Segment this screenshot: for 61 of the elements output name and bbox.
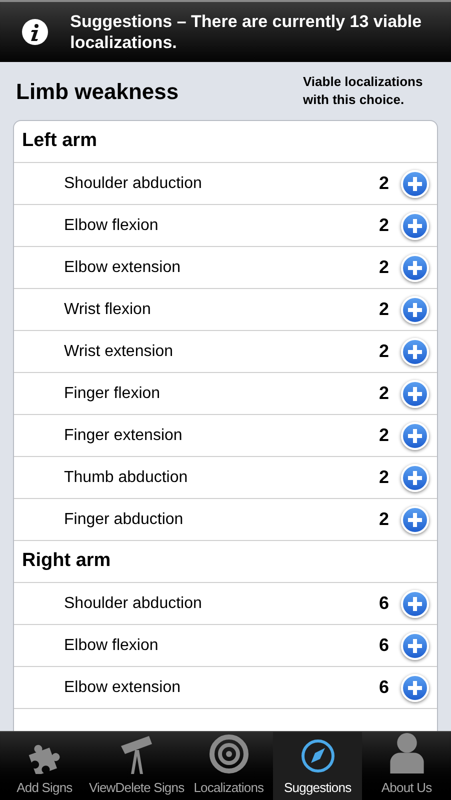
count-text: 6	[378, 634, 389, 657]
tab[interactable]: Add Signs	[0, 732, 89, 800]
movement-label: Elbow flexion	[64, 216, 160, 236]
add-button[interactable]	[401, 254, 429, 282]
plus-icon	[407, 596, 423, 612]
count-text: 2	[378, 340, 389, 363]
movement-label: Elbow extension	[64, 258, 182, 278]
count-text: 6	[378, 592, 389, 615]
add-button[interactable]	[401, 632, 429, 660]
count-text: 2	[378, 256, 389, 279]
plus-icon	[407, 260, 423, 276]
plus-icon	[407, 386, 423, 402]
count-text: 2	[378, 214, 389, 237]
plus-icon	[407, 512, 423, 528]
movement-label: Elbow flexion	[64, 636, 160, 656]
tab[interactable]: About Us	[362, 732, 451, 800]
plus-icon	[407, 638, 423, 654]
plus-icon	[407, 680, 423, 696]
plus-icon	[407, 218, 423, 234]
page-title: Limb weakness	[15, 78, 179, 106]
movement-label: Finger extension	[64, 426, 184, 446]
movement-label: Finger abduction	[64, 510, 184, 530]
count-text: 2	[378, 382, 389, 405]
hint-text: Viable localizations with this choice.	[303, 73, 424, 109]
tab[interactable]: Suggestions	[273, 732, 362, 800]
movement-label: Shoulder abduction	[64, 594, 203, 614]
add-button[interactable]	[401, 674, 429, 702]
add-button[interactable]	[401, 380, 429, 408]
movement-label: Wrist flexion	[64, 300, 152, 320]
add-button[interactable]	[401, 506, 429, 534]
plus-icon	[407, 344, 423, 360]
movement-label: Wrist extension	[64, 342, 174, 362]
banner-text: Suggestions – There are currently 13 viable localizations.	[70, 11, 423, 53]
add-button[interactable]	[401, 170, 429, 198]
count-text: 2	[378, 424, 389, 447]
add-button[interactable]	[401, 338, 429, 366]
section-header: Right arm	[14, 541, 437, 583]
movement-label: Finger flexion	[64, 384, 162, 404]
plus-icon	[407, 302, 423, 318]
add-button[interactable]	[401, 422, 429, 450]
compass-icon	[300, 738, 336, 774]
count-text: 6	[378, 676, 389, 699]
info-icon	[22, 19, 48, 45]
tab[interactable]: ViewDelete Signs	[88, 732, 184, 800]
movement-label: Elbow extension	[64, 678, 182, 698]
count-text: 2	[378, 466, 389, 489]
plus-icon	[407, 428, 423, 444]
tab[interactable]: Localizations	[184, 732, 274, 800]
movement-label: Shoulder abduction	[64, 174, 203, 194]
add-button[interactable]	[401, 590, 429, 618]
movement-label: Thumb abduction	[64, 468, 189, 488]
count-text: 2	[378, 172, 389, 195]
add-button[interactable]	[401, 212, 429, 240]
count-text: 2	[378, 508, 389, 531]
count-text: 2	[378, 298, 389, 321]
target-icon	[208, 734, 249, 774]
add-button[interactable]	[401, 464, 429, 492]
add-button[interactable]	[401, 296, 429, 324]
plus-icon	[407, 176, 423, 192]
plus-icon	[407, 470, 423, 486]
section-header: Left arm	[14, 121, 437, 163]
